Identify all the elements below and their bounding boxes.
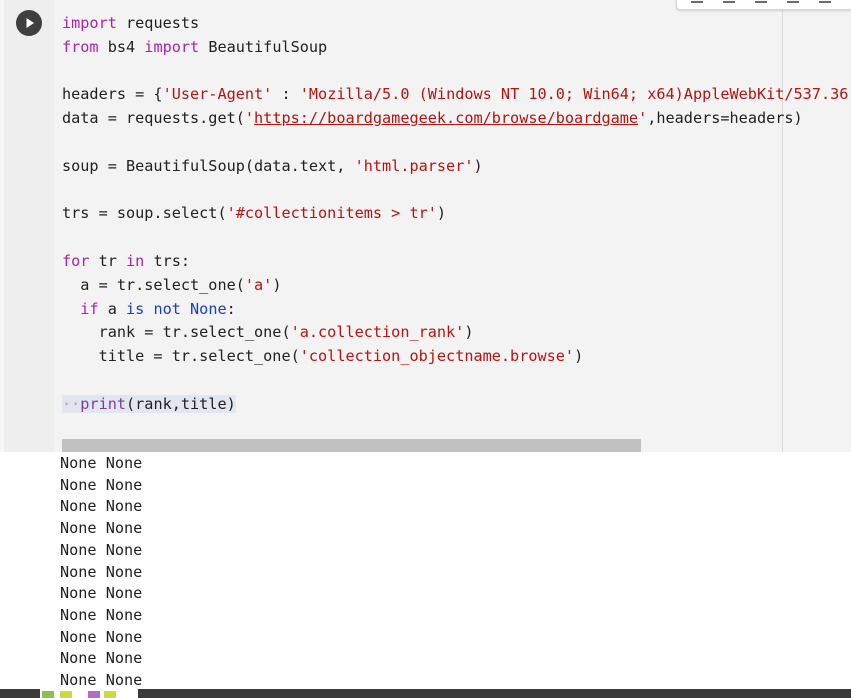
output-line: None None [60,605,143,624]
code-token: bs4 [98,37,145,56]
cell-output: None None None None None None None None None… [60,453,142,692]
code-line[interactable] [62,131,851,155]
bottom-taskbar-fragment [40,689,138,698]
code-line[interactable]: import requests [62,12,851,36]
output-line: None None [60,584,143,603]
output-line: None None [60,454,143,472]
code-line[interactable]: trs = soup.select('#collectionitems > tr… [62,202,851,226]
taskbar-icon [104,691,116,698]
code-token: from [62,37,99,56]
code-line[interactable] [62,179,851,203]
code-token: ' [638,109,648,128]
cell-gutter [4,0,54,452]
code-token: rank = tr.select_one( [62,323,291,342]
code-line[interactable]: rank = tr.select_one('a.collection_rank'… [62,321,851,345]
code-token: ·· [62,394,81,413]
output-line: None None [60,475,143,494]
link-icon[interactable] [755,0,767,3]
output-line: None None [60,649,143,668]
code-line[interactable] [62,226,851,250]
play-icon [26,18,34,28]
code-token: if [80,299,99,318]
code-token: 'collection_objectname.browse' [299,347,575,366]
output-line: None None [60,497,143,516]
code-line[interactable]: title = tr.select_one('collection_object… [62,345,851,369]
code-token: soup = BeautifulSoup(data.text, [62,156,355,175]
code-token: (rank,title) [126,394,236,413]
code-token: trs: [144,251,191,270]
code-token: headers = { [62,85,163,104]
taskbar-icon [88,691,100,698]
code-token: ) [464,323,474,342]
code-line[interactable]: ··print(rank,title) [62,393,851,417]
move-down-icon[interactable] [723,0,735,3]
code-line[interactable] [62,369,851,393]
code-token: print [80,394,127,413]
output-line: None None [60,562,143,581]
code-line[interactable]: data = requests.get('https://boardgamege… [62,107,851,131]
code-token: ' [244,109,255,128]
code-token: trs = soup.select( [62,204,227,223]
code-token: ,headers=headers) [647,109,803,128]
code-token: in [126,251,145,270]
code-token: requests [116,14,200,32]
code-token: ) [436,204,447,223]
code-token: 'Mozilla/5.0 (Windows NT 10.0; Win64; x6… [299,85,851,104]
horizontal-scrollbar[interactable] [62,439,641,452]
output-line: None None [60,540,143,559]
code-token: 'html.parser' [354,156,474,175]
taskbar-icon [42,691,54,698]
code-token: a [98,299,127,318]
code-token: 'a.collection_rank' [290,323,465,342]
code-token: ) [473,156,483,175]
code-cell[interactable]: import requests from bs4 import Beautiful… [0,0,851,452]
code-line[interactable]: soup = BeautifulSoup(data.text, 'html.pa… [62,155,851,179]
code-token: ) [272,275,282,294]
code-token: tr [89,251,127,270]
code-token: https://boardgamegeek.com/browse/boardga… [254,109,639,128]
cell-toolbar[interactable] [676,0,851,10]
code-token: ) [574,347,584,366]
code-token: is not None [126,299,227,318]
run-cell-button[interactable] [16,10,42,36]
code-line[interactable] [62,60,851,84]
code-token: import [62,14,117,32]
output-line: None None [60,627,143,646]
code-line[interactable]: a = tr.select_one('a') [62,274,851,298]
code-token: import [144,37,200,56]
output-line: None None [60,519,143,538]
code-token: '#collectionitems > tr' [226,204,437,223]
code-text[interactable]: import requests from bs4 import Beautiful… [62,12,851,417]
code-line[interactable]: for tr in trs: [62,250,851,274]
comment-icon[interactable] [787,0,799,3]
code-line[interactable]: from bs4 import BeautifulSoup [62,36,851,60]
code-token: : [272,85,300,104]
code-line[interactable]: if a is not None: [62,298,851,322]
move-up-icon[interactable] [691,0,703,3]
code-token: 'User-Agent' [162,85,273,104]
code-token: : [226,299,236,318]
code-token: BeautifulSoup [199,37,328,56]
taskbar-icon [60,691,72,698]
code-line[interactable]: headers = {'User-Agent' : 'Mozilla/5.0 (… [62,83,851,107]
code-token: 'a' [244,275,273,294]
code-token: title = tr.select_one( [62,347,300,366]
code-token: for [62,251,90,270]
code-token: data = requests.get( [62,109,245,128]
code-token: a = tr.select_one( [62,275,245,294]
settings-icon[interactable] [819,0,831,3]
